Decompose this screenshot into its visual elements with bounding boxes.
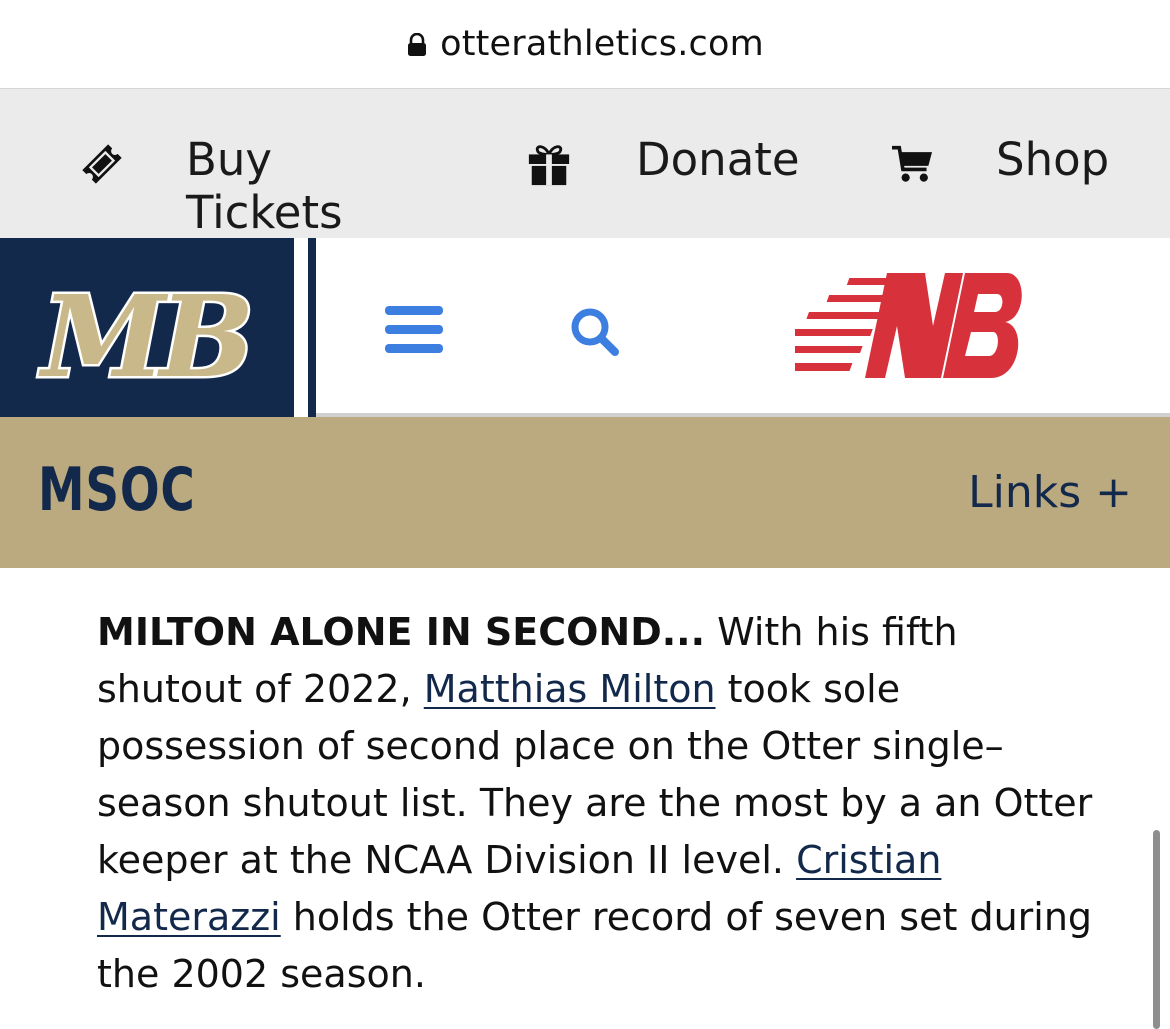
browser-address-bar[interactable]: otterathletics.com	[0, 0, 1170, 89]
section-title[interactable]: MSOC	[38, 455, 196, 525]
buy-tickets-label: Buy Tickets	[186, 133, 343, 239]
cart-icon	[892, 145, 932, 182]
lock-icon	[408, 33, 427, 56]
utility-nav: Buy Tickets Donate Shop	[0, 89, 1170, 239]
ticket-icon	[82, 143, 122, 184]
url-text: otterathletics.com	[440, 24, 764, 64]
article-lead: MILTON ALONE IN SECOND...	[97, 610, 706, 654]
menu-icon[interactable]	[385, 306, 445, 354]
mb-logo: MB	[35, 270, 258, 406]
article-body: MILTON ALONE IN SECOND... With his fifth…	[97, 604, 1097, 1003]
page-scrollbar[interactable]	[1153, 830, 1160, 1029]
search-icon[interactable]	[569, 307, 621, 357]
buy-tickets-link[interactable]: Buy Tickets	[78, 89, 438, 239]
shop-link[interactable]: Shop	[890, 89, 1120, 238]
gift-icon	[528, 144, 570, 185]
sponsor-logo[interactable]	[795, 268, 1025, 386]
player-link-matthias-milton[interactable]: Matthias Milton	[424, 667, 716, 711]
site-header: MB	[0, 238, 1170, 417]
logo-divider-navy	[308, 238, 316, 417]
shop-label: Shop	[996, 133, 1110, 186]
donate-link[interactable]: Donate	[526, 89, 816, 238]
home-logo-link[interactable]: MB	[0, 238, 294, 417]
donate-label: Donate	[636, 133, 800, 186]
section-bar: MSOC Links +	[0, 417, 1170, 568]
links-toggle[interactable]: Links +	[968, 467, 1132, 518]
logo-divider	[294, 238, 308, 417]
svg-text:MB: MB	[38, 272, 250, 403]
